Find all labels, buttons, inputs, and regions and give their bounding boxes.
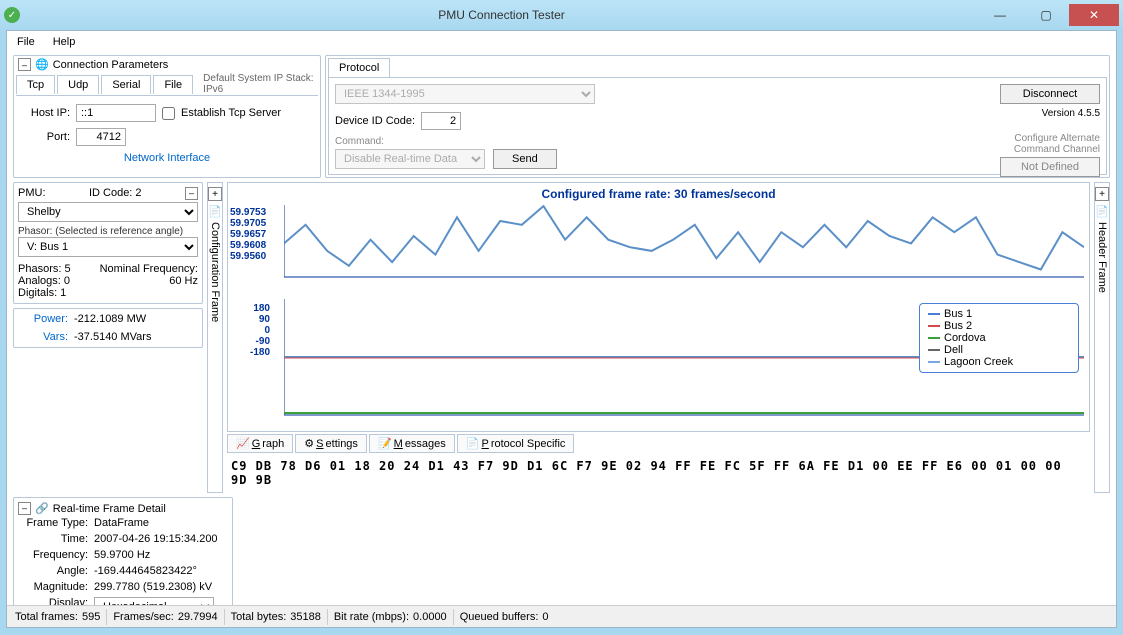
command-label: Command: [335, 136, 960, 147]
doc-icon: 📄 [466, 437, 480, 450]
close-button[interactable]: ✕ [1069, 4, 1119, 26]
graph-panel: Configured frame rate: 30 frames/second … [227, 182, 1090, 432]
tab-protocol-specific[interactable]: 📄Protocol Specific [457, 434, 575, 453]
not-defined-button[interactable]: Not Defined [1000, 157, 1100, 177]
rtf-collapse[interactable]: – [18, 502, 31, 515]
phasor-note: Phasor: (Selected is reference angle) [18, 226, 198, 237]
angle-value: -169.444645823422° [94, 565, 197, 577]
port-label: Port: [20, 131, 70, 143]
total-frames-value: 595 [82, 611, 100, 623]
pmu-panel: PMU: ID Code: 2 – Shelby Phasor: (Select… [13, 182, 203, 304]
graph-title: Configured frame rate: 30 frames/second [228, 183, 1089, 205]
tab-file[interactable]: File [153, 75, 193, 94]
globe-icon: 🌐 [35, 58, 49, 71]
link-icon: 🔗 [35, 502, 49, 515]
connection-parameters-panel: – 🌐 Connection Parameters Tcp Udp Serial… [13, 55, 321, 178]
device-id-input[interactable] [421, 112, 461, 130]
app-icon: ✓ [4, 7, 20, 23]
power-panel: Power: -212.1089 MW Vars: -37.5140 MVars [13, 308, 203, 348]
total-bytes-value: 35188 [290, 611, 321, 623]
frame-type-value: DataFrame [94, 517, 149, 529]
bitrate-value: 0.0000 [413, 611, 447, 623]
analogs-count: Analogs: 0 [18, 275, 100, 287]
gear-icon: ⚙ [304, 437, 314, 450]
disconnect-button[interactable]: Disconnect [1000, 84, 1100, 104]
port-input[interactable] [76, 128, 126, 146]
tab-udp[interactable]: Udp [57, 75, 99, 94]
magnitude-value: 299.7780 (519.2308) kV [94, 581, 212, 593]
id-code-label: ID Code: 2 [89, 187, 142, 200]
send-button[interactable]: Send [493, 149, 557, 169]
collapse-button[interactable]: – [18, 58, 31, 71]
minimize-button[interactable]: — [977, 4, 1023, 26]
configuration-frame-tab[interactable]: +📄Configuration Frame [207, 182, 223, 493]
queued-buffers-value: 0 [542, 611, 548, 623]
titlebar: ✓ PMU Connection Tester — ▢ ✕ [0, 0, 1123, 30]
freq-y-labels: 59.975359.970559.965759.960859.9560 [230, 207, 266, 262]
tab-graph[interactable]: 📈GGraphraph [227, 434, 293, 453]
menu-help[interactable]: Help [53, 36, 76, 48]
time-value: 2007-04-26 19:15:34.200 [94, 533, 218, 545]
angle-y-labels: 180900-90-180 [230, 303, 270, 358]
note-icon: 📝 [378, 437, 392, 450]
rtf-header: Real-time Frame Detail [53, 503, 166, 515]
vars-label: Vars: [18, 331, 68, 343]
legend: Bus 1 Bus 2 Cordova Dell Lagoon Creek [919, 303, 1079, 373]
tab-settings[interactable]: ⚙Settings [295, 434, 367, 453]
menubar: File Help [7, 31, 1116, 53]
power-label: Power: [18, 313, 68, 325]
phasors-count: Phasors: 5 [18, 263, 100, 275]
digitals-count: Digitals: 1 [18, 287, 100, 299]
tab-protocol[interactable]: Protocol [328, 58, 390, 78]
maximize-button[interactable]: ▢ [1023, 4, 1069, 26]
pmu-collapse[interactable]: – [185, 187, 198, 200]
version-label: Version 4.5.5 [980, 108, 1100, 119]
menu-file[interactable]: File [17, 36, 35, 48]
pmu-label: PMU: [18, 187, 46, 200]
header-frame-tab[interactable]: +📄Header Frame [1094, 182, 1110, 493]
nominal-freq-value: 60 Hz [100, 275, 198, 287]
host-ip-label: Host IP: [20, 107, 70, 119]
network-interface-link[interactable]: Network Interface [20, 152, 314, 164]
protocol-select[interactable]: IEEE 1344-1995 [335, 84, 595, 104]
pmu-select[interactable]: Shelby [18, 202, 198, 222]
frequency-value: 59.9700 Hz [94, 549, 150, 561]
window-title: PMU Connection Tester [26, 8, 977, 22]
tab-tcp[interactable]: Tcp [16, 75, 55, 94]
protocol-panel: Protocol IEEE 1344-1995 Device ID Code: … [325, 55, 1110, 178]
hex-data: C9 DB 78 D6 01 18 20 24 D1 43 F7 9D D1 6… [227, 453, 1090, 493]
vars-value: -37.5140 MVars [74, 331, 151, 343]
fps-value: 29.7994 [178, 611, 218, 623]
statusbar: Total frames:595 Frames/sec:29.7994 Tota… [7, 605, 1116, 627]
tab-serial[interactable]: Serial [101, 75, 151, 94]
tab-messages[interactable]: 📝Messages [369, 434, 455, 453]
device-id-label: Device ID Code: [335, 115, 415, 127]
command-select[interactable]: Disable Real-time Data [335, 149, 485, 169]
nominal-freq-label: Nominal Frequency: [100, 263, 198, 275]
establish-tcp-label: Establish Tcp Server [181, 107, 281, 119]
establish-tcp-checkbox[interactable] [162, 107, 175, 120]
frequency-chart [284, 205, 1084, 279]
ip-stack-note: Default System IP Stack: IPv6 [203, 73, 318, 95]
chart-icon: 📈 [236, 437, 250, 450]
power-value: -212.1089 MW [74, 313, 146, 325]
connection-parameters-label: Connection Parameters [53, 59, 169, 71]
phasor-select[interactable]: V: Bus 1 [18, 237, 198, 257]
configure-alternate-label: Configure Alternate Command Channel [980, 133, 1100, 155]
host-ip-input[interactable] [76, 104, 156, 122]
